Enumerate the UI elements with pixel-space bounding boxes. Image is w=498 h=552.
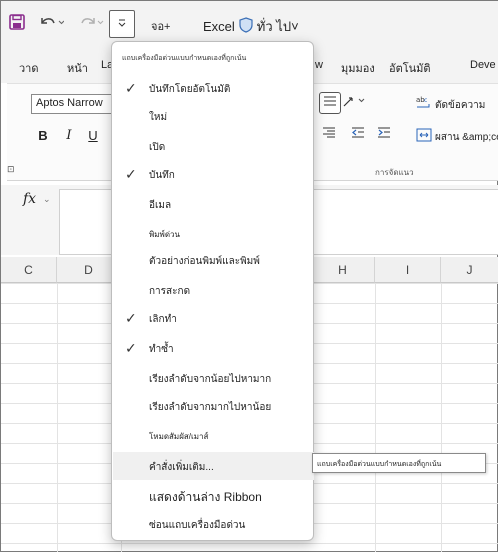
menu-item-email[interactable]: อีเมล [113,190,314,218]
menu-item-show-below-ribbon[interactable]: แสดงด้านล่าง Ribbon [113,482,314,510]
svg-text:c: c [424,97,427,104]
chevron-down-icon [117,15,127,33]
menu-item-label: เรียงลำดับจากมากไปหาน้อย [149,402,272,413]
menu-item-label: โหมดสัมผัส/เมาส์ [149,432,209,441]
menu-header: แถบเครื่องมือด่วนแบบกำหนดเองที่ถูกเน้น [122,55,247,62]
align-middle-icon [323,94,337,112]
font-name-box[interactable]: Aptos Narrow [31,94,115,114]
menu-item-sort-descending[interactable]: เรียงลำดับจากมากไปหาน้อย [113,392,314,420]
orientation-button[interactable] [343,92,365,114]
underline-button[interactable]: U [83,128,103,148]
menu-item-undo[interactable]: ✓ เลิกทำ [113,304,314,332]
check-icon: ✓ [125,310,137,326]
orientation-icon [342,94,366,113]
column-header-j[interactable]: J [441,257,498,283]
merge-center-icon [413,124,435,146]
check-icon: ✓ [125,340,137,356]
menu-item-label: บันทึก [149,170,175,181]
menu-item-label: พิมพ์ด่วน [149,230,180,239]
increase-indent-icon [377,126,391,144]
font-dialog-launcher[interactable]: ⊡ [7,164,15,175]
italic-button[interactable]: I [59,128,79,148]
menu-item-redo[interactable]: ✓ ทำซ้ำ [113,334,314,362]
tab-review[interactable]: w [315,59,323,71]
merge-center-button[interactable]: ผสาน &amp;ce [435,130,498,145]
bold-button[interactable]: B [33,128,53,148]
tab-draw[interactable]: วาด [19,59,39,77]
decrease-indent-button[interactable] [347,124,369,146]
wrap-text-icon: ab c [413,92,435,114]
menu-item-open[interactable]: เปิด [113,132,314,160]
menu-item-label: อีเมล [149,200,172,211]
grid-line [57,283,58,552]
menu-item-label: ใหม่ [149,112,168,123]
sensitivity-label[interactable]: ทั่ว ไป˅ [257,16,299,37]
menu-item-label: เลิกทำ [149,314,177,325]
menu-item-more-commands[interactable]: คำสั่งเพิ่มเติม... [113,452,314,480]
align-middle-button[interactable] [319,92,341,114]
customize-qat-button[interactable] [109,10,135,38]
menu-item-label: ตัวอย่างก่อนพิมพ์และพิมพ์ [149,256,260,267]
save-button[interactable] [6,11,28,37]
menu-item-autosave[interactable]: ✓ บันทึกโดยอัตโนมัติ [113,74,314,102]
customize-qat-menu: แถบเครื่องมือด่วนแบบกำหนดเองที่ถูกเน้น ✓… [111,41,314,541]
increase-indent-button[interactable] [373,124,395,146]
menu-item-label: เปิด [149,142,166,153]
chevron-down-icon[interactable]: ⌄ [43,194,51,205]
menu-item-label: คำสั่งเพิ่มเติม... [149,462,214,473]
grid-line [375,283,376,552]
tab-page[interactable]: หน้า [67,59,88,77]
menu-item-sort-ascending[interactable]: เรียงลำดับจากน้อยไปหามาก [113,364,314,392]
redo-button[interactable] [75,11,107,37]
align-right-icon [322,126,336,144]
tab-view[interactable]: มุมมอง [341,59,375,77]
menu-item-save[interactable]: ✓ บันทึก [113,160,314,188]
menu-item-label: แสดงด้านล่าง Ribbon [149,490,262,504]
menu-item-touch-mouse-mode[interactable]: โหมดสัมผัส/เมาส์ [113,420,314,448]
menu-item-new[interactable]: ใหม่ [113,102,314,130]
tooltip: แถบเครื่องมือด่วนแบบกำหนดเองที่ถูกเน้น [312,453,486,473]
window-title: Excel ทั่ว ไป˅ [203,16,299,37]
check-icon: ✓ [125,166,137,182]
qat-extra-label: จอ+ [151,21,171,33]
menu-item-print-preview[interactable]: ตัวอย่างก่อนพิมพ์และพิมพ์ [113,246,314,274]
shield-icon [239,17,253,36]
save-icon [9,13,25,35]
wrap-text-button[interactable]: ตัดข้อความ [435,98,485,113]
app-name: Excel [203,19,235,34]
menu-item-spelling[interactable]: การสะกด [113,276,314,304]
redo-icon [78,14,104,35]
menu-item-label: เรียงลำดับจากน้อยไปหามาก [149,374,272,385]
menu-item-hide-qat[interactable]: ซ่อนแถบเครื่องมือด่วน [113,510,314,538]
check-icon: ✓ [125,80,137,96]
align-right-button[interactable] [318,124,340,146]
menu-item-label: ซ่อนแถบเครื่องมือด่วน [149,520,246,531]
column-header-i[interactable]: I [375,257,441,283]
menu-item-quick-print[interactable]: พิมพ์ด่วน [113,218,314,246]
tab-developer[interactable]: Deve [470,59,496,71]
grid-line [441,283,442,552]
column-header-c[interactable]: C [1,257,57,283]
alignment-group-label: การจัดแนว [375,168,414,177]
menu-item-label: บันทึกโดยอัตโนมัติ [149,84,231,95]
decrease-indent-icon [351,126,365,144]
menu-item-label: การสะกด [149,286,191,297]
menu-item-label: ทำซ้ำ [149,344,174,355]
undo-button[interactable] [35,11,67,37]
undo-icon [38,14,65,35]
insert-function-button[interactable]: fx [23,191,36,207]
tab-automate[interactable]: อัตโนมัติ [389,59,431,77]
column-header-h[interactable]: H [311,257,375,283]
